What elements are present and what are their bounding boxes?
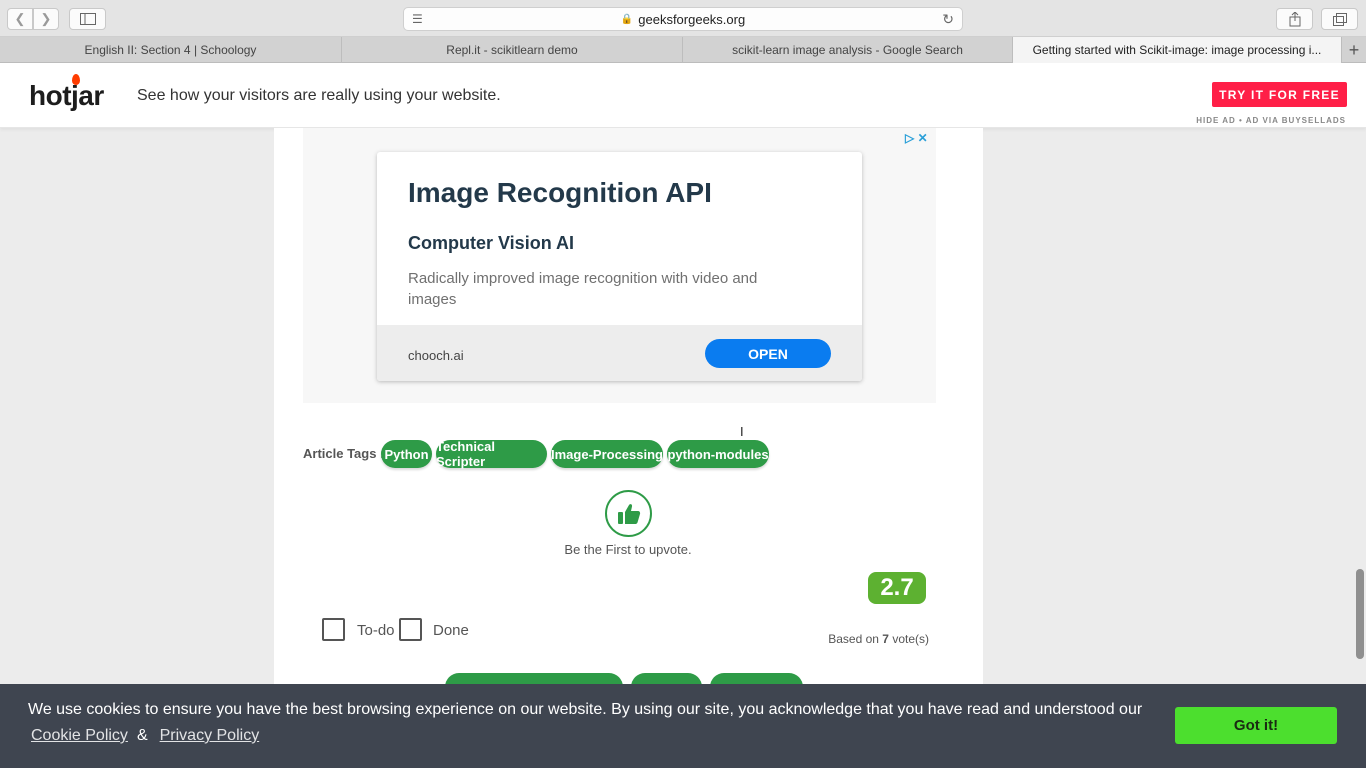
ad-title[interactable]: Image Recognition API: [408, 177, 712, 209]
tab-schoology[interactable]: English II: Section 4 | Schoology: [0, 37, 342, 63]
show-tabs-button[interactable]: [1321, 8, 1358, 30]
ad-domain: chooch.ai: [408, 348, 464, 363]
cookie-banner: [0, 684, 1366, 768]
flame-icon: [72, 74, 80, 85]
sidebar-icon: [79, 13, 96, 25]
lock-icon: 🔒: [620, 13, 634, 25]
upvote-text: Be the First to upvote.: [564, 542, 692, 557]
plus-icon: +: [1348, 39, 1360, 60]
upvote-button[interactable]: [605, 490, 652, 537]
link-separator: &: [136, 727, 148, 744]
tab-scikit-image[interactable]: Getting started with Scikit-image: image…: [1013, 37, 1342, 63]
chevron-right-icon: ❯: [40, 11, 52, 26]
ad-open-button[interactable]: OPEN: [705, 339, 831, 368]
done-checkbox[interactable]: [399, 618, 422, 641]
share-button[interactable]: [1276, 8, 1313, 30]
browser-toolbar: ❮ ❯ ☰ 🔒 geeksforgeeks.org ↻: [0, 0, 1366, 37]
ad-description: Radically improved image recognition wit…: [408, 270, 758, 308]
privacy-policy-link[interactable]: Privacy Policy: [160, 727, 260, 745]
display-ad-card[interactable]: Image Recognition API Computer Vision AI…: [377, 152, 862, 381]
hotjar-tagline[interactable]: See how your visitors are really using y…: [137, 87, 501, 105]
tabs-icon: [1332, 12, 1347, 26]
cookie-accept-button[interactable]: Got it!: [1175, 707, 1337, 744]
article-tags-label: Article Tags :: [303, 446, 385, 461]
tag-image-processing[interactable]: Image-Processing: [551, 440, 663, 468]
new-tab-button[interactable]: +: [1342, 37, 1366, 63]
hotjar-logo[interactable]: hotjar: [29, 80, 104, 112]
tab-google-search[interactable]: scikit-learn image analysis - Google Sea…: [683, 37, 1013, 63]
back-button[interactable]: ❮: [7, 8, 33, 30]
vote-count-text: Based on 7 vote(s): [828, 632, 929, 646]
url-text: geeksforgeeks.org: [638, 11, 746, 27]
reload-icon[interactable]: ↻: [942, 11, 954, 28]
tab-replit[interactable]: Repl.it - scikitlearn demo: [342, 37, 683, 63]
reader-icon[interactable]: ☰: [412, 12, 423, 26]
share-icon: [1289, 11, 1300, 26]
try-it-free-button[interactable]: TRY IT FOR FREE: [1212, 82, 1347, 107]
todo-label[interactable]: To-do: [357, 622, 395, 639]
cookie-policy-link[interactable]: Cookie Policy: [31, 727, 128, 745]
text-cursor-icon: I: [740, 424, 744, 439]
hide-ad-link[interactable]: HIDE AD • AD VIA BUYSELLADS: [1180, 116, 1346, 125]
forward-button[interactable]: ❯: [33, 8, 59, 30]
difficulty-rating-badge: 2.7: [868, 572, 926, 604]
chevron-left-icon: ❮: [14, 11, 26, 26]
ad-subtitle: Computer Vision AI: [408, 233, 575, 253]
tab-bar: English II: Section 4 | Schoology Repl.i…: [0, 37, 1366, 63]
tag-python-modules[interactable]: python-modules: [667, 440, 769, 468]
address-bar[interactable]: ☰ 🔒 geeksforgeeks.org ↻: [403, 7, 963, 31]
scrollbar-thumb[interactable]: [1356, 569, 1364, 659]
todo-checkbox[interactable]: [322, 618, 345, 641]
done-label[interactable]: Done: [433, 622, 469, 639]
cookie-message: We use cookies to ensure you have the be…: [28, 701, 1143, 718]
tag-technical-scripter[interactable]: Technical Scripter: [436, 439, 547, 469]
adchoices-icon[interactable]: ▷ ✕: [905, 131, 928, 145]
cookie-links: Cookie Policy & Privacy Policy: [28, 727, 259, 745]
thumbs-up-icon: [617, 503, 640, 524]
sidebar-toggle-button[interactable]: [69, 8, 106, 30]
tag-python[interactable]: Python: [381, 440, 432, 468]
